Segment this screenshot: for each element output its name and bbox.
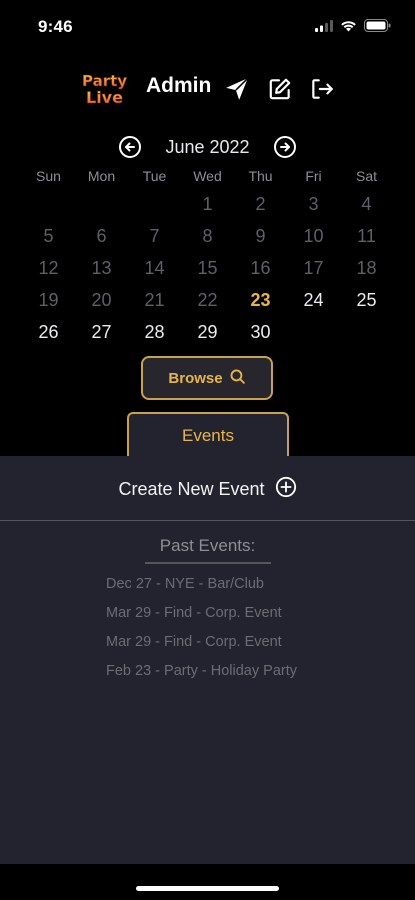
status-time: 9:46 xyxy=(38,17,73,36)
page-title: Admin xyxy=(146,74,212,97)
calendar-day[interactable]: 29 xyxy=(181,316,234,348)
calendar-day: 3 xyxy=(308,194,319,214)
calendar-day[interactable]: 27 xyxy=(75,316,128,348)
month-navigation: June 2022 xyxy=(0,134,415,162)
calendar-day: 9 xyxy=(255,226,266,246)
past-event-item[interactable]: Mar 29 - Find - Corp. Event xyxy=(106,602,297,631)
weekday-label: Mon xyxy=(87,168,116,184)
past-event-item[interactable]: Dec 27 - NYE - Bar/Club xyxy=(106,573,297,602)
divider xyxy=(0,520,415,521)
calendar-day: 18 xyxy=(356,258,377,278)
past-event-item[interactable]: Mar 29 - Find - Corp. Event xyxy=(106,631,297,660)
calendar-day: 6 xyxy=(96,226,107,246)
calendar-empty-cell xyxy=(287,316,340,348)
plus-circle-icon xyxy=(275,476,297,503)
calendar-empty-cell xyxy=(22,188,75,220)
weekday-label: Thu xyxy=(248,168,273,184)
calendar-day[interactable]: 24 xyxy=(287,284,340,316)
calendar-day: 12 xyxy=(38,258,59,278)
calendar-day: 4 xyxy=(361,194,372,214)
header: Party Live Admin xyxy=(0,68,415,108)
past-events-list: Dec 27 - NYE - Bar/Club Mar 29 - Find - … xyxy=(106,573,297,689)
calendar-empty-cell xyxy=(340,316,393,348)
party-live-logo: Party Live xyxy=(80,70,136,108)
signal-icon xyxy=(315,19,333,37)
calendar-day: 10 xyxy=(303,226,324,246)
logout-icon[interactable] xyxy=(309,76,335,102)
past-events-heading: Past Events: xyxy=(159,536,256,555)
calendar-day: 17 xyxy=(303,258,324,278)
month-label: June 2022 xyxy=(165,137,250,157)
calendar-day: 2 xyxy=(255,194,266,214)
events-panel: Create New Event Past Events: Dec 27 - N… xyxy=(0,456,415,864)
calendar-day: 22 xyxy=(197,290,218,310)
bottom-bar xyxy=(0,864,415,900)
calendar-week: 19 20 21 22 23 24 25 xyxy=(22,284,393,316)
tab-bar: Events xyxy=(0,412,415,458)
create-new-event-label: Create New Event xyxy=(118,479,265,499)
calendar-week: 26 27 28 29 30 xyxy=(22,316,393,348)
tab-events-label: Events xyxy=(182,426,234,445)
search-icon xyxy=(229,368,246,389)
calendar-day: 7 xyxy=(149,226,160,246)
create-new-event-button[interactable]: Create New Event xyxy=(0,476,415,503)
chevron-right-circle-icon[interactable] xyxy=(273,135,297,159)
calendar-day: 21 xyxy=(144,290,165,310)
paper-plane-icon[interactable] xyxy=(224,76,250,102)
calendar-day: 13 xyxy=(91,258,112,278)
weekday-label: Wed xyxy=(193,168,222,184)
calendar-day: 20 xyxy=(91,290,112,310)
calendar-day-today[interactable]: 23 xyxy=(234,284,287,316)
calendar-day[interactable]: 30 xyxy=(234,316,287,348)
calendar-day[interactable]: 26 xyxy=(22,316,75,348)
calendar-empty-cell xyxy=(128,188,181,220)
calendar: Sun Mon Tue Wed Thu Fri Sat 1 2 3 4 5 6 … xyxy=(22,168,393,348)
calendar-week: 5 6 7 8 9 10 11 xyxy=(22,220,393,252)
calendar-day[interactable]: 25 xyxy=(340,284,393,316)
weekday-label: Sun xyxy=(36,168,61,184)
calendar-day: 5 xyxy=(43,226,54,246)
calendar-day[interactable]: 28 xyxy=(128,316,181,348)
battery-icon xyxy=(364,19,391,37)
status-bar: 9:46 xyxy=(0,0,415,50)
calendar-week: 12 13 14 15 16 17 18 xyxy=(22,252,393,284)
browse-button[interactable]: Browse xyxy=(141,356,273,400)
weekday-label: Sat xyxy=(355,168,377,184)
wifi-icon xyxy=(340,19,357,37)
calendar-day: 11 xyxy=(357,226,376,246)
tab-events[interactable]: Events xyxy=(127,412,289,458)
past-events-underline xyxy=(145,562,271,564)
weekday-header: Sun Mon Tue Wed Thu Fri Sat xyxy=(22,168,393,188)
calendar-day: 1 xyxy=(202,194,213,214)
home-indicator[interactable] xyxy=(136,886,279,891)
status-icons xyxy=(315,19,391,37)
calendar-day: 16 xyxy=(250,258,271,278)
calendar-week: 1 2 3 4 xyxy=(22,188,393,220)
calendar-day: 15 xyxy=(197,258,218,278)
edit-square-icon[interactable] xyxy=(267,76,293,102)
svg-text:Live: Live xyxy=(86,88,123,106)
weekday-label: Fri xyxy=(305,168,322,184)
calendar-day: 8 xyxy=(202,226,213,246)
calendar-day: 14 xyxy=(144,258,165,278)
calendar-empty-cell xyxy=(75,188,128,220)
calendar-day: 19 xyxy=(38,290,59,310)
browse-button-label: Browse xyxy=(168,369,223,387)
weekday-label: Tue xyxy=(142,168,167,184)
past-event-item[interactable]: Feb 23 - Party - Holiday Party xyxy=(106,660,297,689)
